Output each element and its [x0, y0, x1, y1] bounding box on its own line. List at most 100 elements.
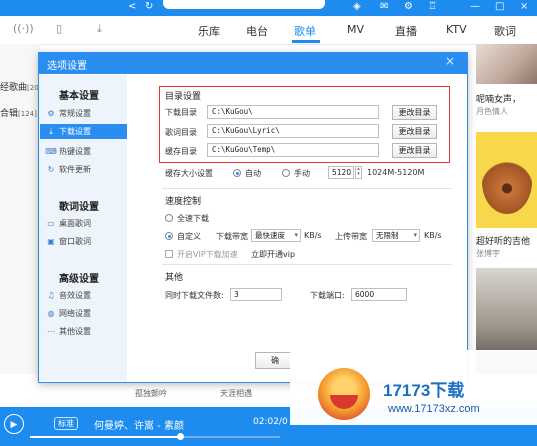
tab-playlist[interactable]: 歌单: [294, 23, 316, 39]
playlist-title[interactable]: 超好听的吉他: [476, 234, 530, 247]
custom-speed-label[interactable]: 自定义: [177, 231, 201, 242]
custom-speed-radio[interactable]: [165, 232, 173, 240]
cache-manual-radio[interactable]: [282, 169, 290, 177]
shirt-icon[interactable]: ♖: [428, 0, 437, 14]
playlist-title[interactable]: 呢喃女声，: [476, 92, 521, 105]
sidebar-item-hotkeys[interactable]: ⌨ 热键设置: [45, 144, 125, 159]
change-download-dir-button[interactable]: 更改目录: [392, 105, 437, 120]
settings-icon[interactable]: ⚙: [404, 0, 413, 14]
play-pause-button[interactable]: ▶: [4, 414, 24, 434]
speed-section-title: 速度控制: [165, 197, 202, 207]
download-bandwidth-select[interactable]: 最快速度: [251, 229, 301, 242]
sidebar-item-window-lyrics[interactable]: ▣ 窗口歌词: [45, 234, 125, 249]
active-tab-indicator: [292, 40, 320, 43]
sidebar-item-other[interactable]: ⋯ 其他设置: [45, 324, 125, 339]
tab-live[interactable]: 直播: [395, 23, 417, 39]
song-title: 何曼婷、许嵩 - 素颜: [94, 421, 184, 432]
list-item-fragment[interactable]: 经歌曲[20: [0, 80, 39, 93]
tab-radio[interactable]: 电台: [246, 23, 268, 39]
vip-accel-checkbox[interactable]: [165, 250, 173, 258]
other-section-title: 其他: [165, 273, 184, 283]
sidebar-item-desktop-lyrics[interactable]: ▭ 桌面歌词: [45, 216, 125, 231]
playlist-cover-image[interactable]: [476, 44, 537, 84]
tab-mv[interactable]: MV: [347, 23, 364, 36]
sidebar-item-audio[interactable]: ♫ 音效设置: [45, 288, 125, 303]
download-bandwidth-label: 下载带宽: [216, 232, 248, 241]
download-dir-input[interactable]: C:\KuGou\: [207, 105, 379, 119]
tab-ktv[interactable]: KTV: [446, 23, 467, 36]
download-tray-icon[interactable]: ⤓: [97, 22, 102, 36]
footer-text[interactable]: 孤独颤吟: [135, 388, 167, 399]
dialog-close-icon[interactable]: ×: [445, 54, 455, 68]
sidebar-item-network[interactable]: ◍ 网络设置: [45, 306, 125, 321]
message-icon[interactable]: ✉: [380, 0, 388, 14]
minimize-icon[interactable]: —: [470, 0, 480, 14]
list-item-fragment[interactable]: 合辑[124]: [0, 106, 37, 119]
change-lyrics-dir-button[interactable]: 更改目录: [392, 124, 437, 139]
progress-fill: [30, 436, 180, 438]
cache-manual-label[interactable]: 手动: [294, 168, 310, 179]
dialog-title: 选项设置: [47, 61, 87, 72]
refresh-icon[interactable]: ↻: [145, 0, 153, 14]
close-window-icon[interactable]: ×: [520, 0, 528, 14]
upload-bandwidth-select[interactable]: 无限制: [372, 229, 420, 242]
audio-icon: ♫: [47, 291, 55, 300]
concurrent-downloads-input[interactable]: 3: [230, 288, 282, 301]
upload-bandwidth-label: 上传带宽: [335, 232, 367, 241]
sidebar-item-update[interactable]: ↻ 软件更新: [45, 162, 125, 177]
footer-text[interactable]: 天涯相遇: [220, 388, 252, 399]
left-panel: [0, 44, 40, 374]
skin-icon[interactable]: ◈: [353, 0, 361, 14]
nav-group-lyrics: 歌词设置: [59, 202, 99, 213]
confirm-button[interactable]: 确: [255, 352, 295, 369]
phone-icon[interactable]: ▯: [56, 22, 62, 35]
sidebar-item-general[interactable]: ⚙ 常规设置: [45, 106, 125, 121]
divider: [162, 188, 452, 189]
download-unit: KB/s: [304, 231, 322, 240]
directory-section-title: 目录设置: [165, 92, 202, 102]
guitar-image: [482, 150, 532, 214]
search-input[interactable]: [163, 0, 325, 9]
tab-lyrics[interactable]: 歌词: [494, 23, 516, 39]
download-port-label: 下载端口:: [310, 291, 345, 300]
watermark-title: 17173下载: [383, 381, 465, 400]
sidebar-item-download[interactable]: ⤓ 下载设置: [40, 124, 127, 139]
concurrent-downloads-label: 同时下载文件数:: [165, 291, 224, 300]
full-speed-radio[interactable]: [165, 214, 173, 222]
watermark-url: www.17173xz.com: [388, 403, 480, 415]
quality-badge[interactable]: 标准: [54, 417, 78, 430]
watermark-logo: [318, 368, 370, 420]
change-cache-dir-button[interactable]: 更改目录: [392, 143, 437, 158]
cache-size-input[interactable]: 5120: [328, 166, 354, 179]
maximize-icon[interactable]: □: [495, 0, 504, 14]
lyrics-dir-input[interactable]: C:\KuGou\Lyric\: [207, 124, 379, 138]
tab-library[interactable]: 乐库: [198, 23, 220, 39]
gear-icon: ⚙: [47, 109, 55, 118]
nav-group-basic: 基本设置: [59, 91, 99, 102]
desktop-lyrics-icon: ▭: [47, 219, 55, 228]
progress-handle[interactable]: [177, 433, 184, 440]
download-icon: ⤓: [49, 127, 53, 136]
playlist-author[interactable]: 张博宇: [476, 248, 500, 259]
keyboard-icon: ⌨: [45, 147, 57, 156]
cache-auto-label[interactable]: 自动: [245, 168, 261, 179]
playlist-author[interactable]: 月色情人: [476, 106, 508, 117]
download-dir-label: 下载目录: [165, 108, 197, 117]
upload-unit: KB/s: [424, 231, 442, 240]
cache-dir-input[interactable]: C:\KuGou\Temp\: [207, 143, 379, 157]
vip-open-link[interactable]: 立即开通vip: [251, 249, 295, 260]
nav-group-advanced: 高级设置: [59, 274, 99, 285]
cache-size-label: 缓存大小设置: [165, 169, 213, 178]
dialog-header: [38, 52, 468, 74]
cache-size-stepper[interactable]: ▴ ▾: [355, 166, 362, 179]
network-icon: ◍: [47, 309, 55, 318]
cache-size-range: 1024M-5120M: [367, 168, 425, 177]
vip-accel-label[interactable]: 开启VIP下载加速: [177, 249, 238, 260]
radio-wave-icon[interactable]: ((·)): [13, 22, 34, 35]
refresh-icon: ↻: [47, 165, 55, 174]
lyrics-dir-label: 歌词目录: [165, 128, 197, 137]
back-arrow-icon[interactable]: <: [128, 0, 136, 14]
full-speed-label[interactable]: 全速下载: [177, 213, 209, 224]
download-port-input[interactable]: 6000: [351, 288, 407, 301]
cache-auto-radio[interactable]: [233, 169, 241, 177]
